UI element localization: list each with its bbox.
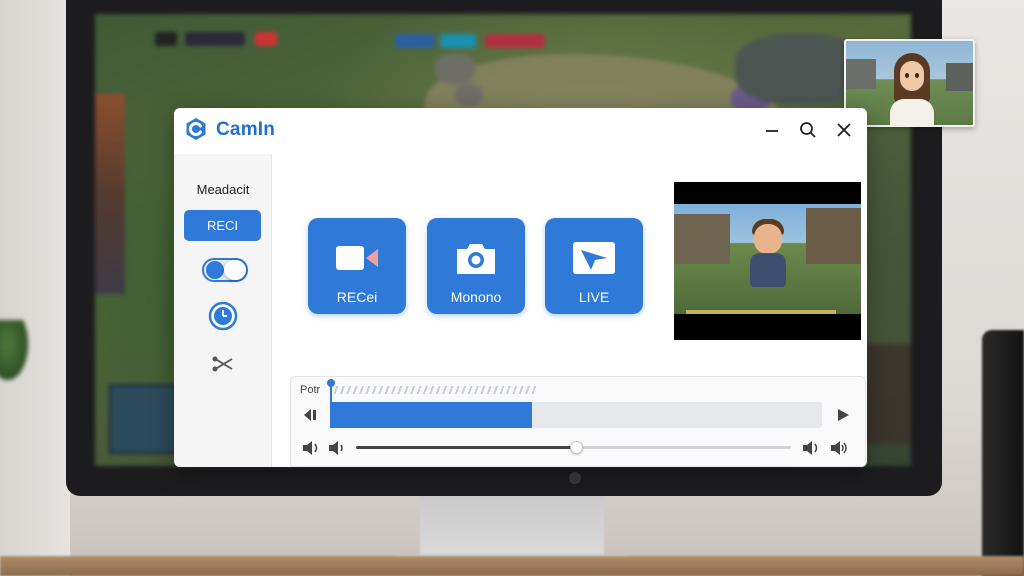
desk [0,556,1024,576]
close-icon [837,123,851,137]
timeline-label: Potr [300,384,321,396]
volume-max-button[interactable] [830,440,848,456]
game-hud [440,34,476,48]
game-hud [185,32,245,46]
camin-app-window: CamIn Meadacit RECI RECei Monono LIVE Po… [174,108,867,467]
video-preview[interactable] [674,182,861,340]
toggle-indicator [206,261,224,279]
video-camera-icon [336,246,378,270]
title-bar: CamIn [174,108,867,154]
preview-character-body [750,253,786,287]
background-speaker [982,330,1024,576]
preview-building [806,208,861,264]
webcam-person-eye [905,73,909,78]
volume-slider[interactable] [356,441,791,454]
preview-building [674,214,730,264]
app-title: CamIn [216,119,276,140]
app-logo-icon [186,118,206,140]
volume-slider-knob[interactable] [569,441,583,454]
tools-icon[interactable] [210,354,236,374]
speaker-max-icon [831,441,847,455]
playhead[interactable] [330,382,332,428]
live-stream-icon [573,242,615,274]
game-rock [435,54,475,84]
background-wall [0,0,70,576]
toggle-knob [224,260,246,280]
speaker-low-icon [329,441,343,455]
game-minimap [109,384,179,454]
sidebar-record-button[interactable]: RECI [184,210,261,241]
timeline-clip[interactable] [330,402,532,428]
preview-scene [674,204,861,314]
game-hud [155,32,177,46]
record-tile[interactable]: RECei [308,218,406,314]
search-button[interactable] [796,118,820,142]
preview-hud-bar [686,310,836,314]
volume-button[interactable] [302,440,320,456]
rewind-icon [304,409,316,421]
speaker-icon [303,441,318,455]
sidebar-toggle[interactable] [202,258,248,282]
sidebar-label: Meadacit [196,182,250,197]
screenshot-tile-label: Monono [450,289,502,305]
screenshot-tile[interactable]: Monono [427,218,525,314]
minimize-icon [766,130,778,132]
timeline-track[interactable] [330,402,822,428]
volume-down-button[interactable] [328,440,346,456]
live-tile-label: LIVE [578,289,610,305]
playhead-handle[interactable] [327,379,335,387]
record-tile-label: RECei [336,289,378,305]
webcam-building [846,59,876,89]
game-hud [395,34,435,48]
sidebar: Meadacit RECI [174,154,272,467]
timeline-ruler [330,386,536,394]
background-plant [0,320,28,380]
search-icon [800,122,816,138]
minimize-button[interactable] [760,118,784,142]
play-icon [838,409,849,421]
webcam-person-face [900,61,924,91]
monitor-logo [569,472,581,484]
webcam-person-eye [915,73,919,78]
volume-slider-fill [356,446,576,449]
live-tile[interactable]: LIVE [545,218,643,314]
game-rock [455,84,483,106]
clock-icon[interactable] [208,301,238,331]
rewind-button[interactable] [302,408,318,422]
camera-icon [457,244,495,274]
close-button[interactable] [832,118,856,142]
game-sidebar [95,94,125,294]
webcam-building [946,63,973,91]
game-hud [255,32,277,46]
game-hud [485,34,545,48]
play-button[interactable] [836,408,850,422]
preview-character-head [754,224,782,254]
timeline-panel: Potr [290,376,867,467]
monitor-stand [420,492,604,562]
webcam-person-body [890,99,934,125]
speaker-high-icon [803,441,818,455]
volume-up-button[interactable] [802,440,820,456]
